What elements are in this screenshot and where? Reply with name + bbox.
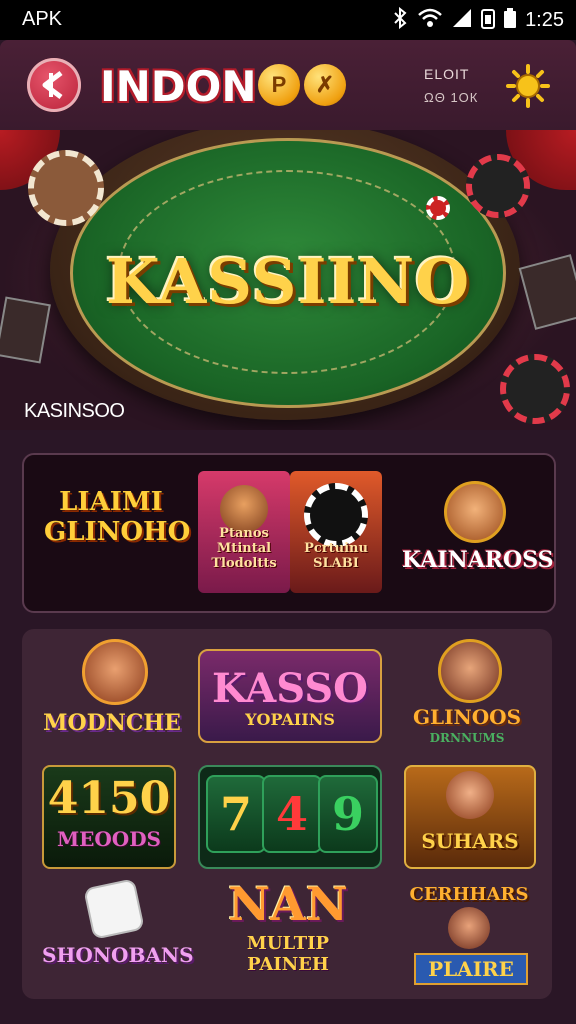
status-bar: APK 1:25 [0, 0, 576, 40]
brand-title: INDON [100, 62, 257, 111]
game-subtitle: YOPAIINS [245, 710, 335, 729]
game-title: 4150 [47, 773, 171, 824]
hero-title: KASSIINO [105, 245, 471, 318]
character-avatar-icon [448, 907, 490, 949]
featured-game-label: Ptanos Mtintal Tlodoltts [211, 526, 277, 571]
game-title: SUHARS [421, 829, 519, 853]
game-tile[interactable]: CERHHARS PLAIRE [404, 879, 534, 989]
featured-games-panel: LIAIMI GLINOHO Ptanos Mtintal Tlodoltts … [22, 453, 556, 613]
back-arrow-icon [42, 71, 63, 99]
bluetooth-icon [391, 6, 409, 34]
game-subtitle: DRNNUMS [429, 731, 505, 745]
chip-icon [304, 483, 368, 547]
featured-game-label: KAINAROSS [402, 547, 554, 573]
game-title: MODNCHE [43, 710, 181, 736]
coin-icon-button[interactable]: P [258, 64, 300, 106]
game-tile[interactable]: GLINOOS DRNNUMS [402, 639, 532, 749]
settings-sun-icon[interactable] [506, 64, 550, 113]
character-avatar-icon [82, 639, 148, 705]
game-subtitle: MEOODS [56, 827, 161, 851]
wifi-icon [417, 7, 443, 34]
featured-game-tile[interactable]: KAINAROSS [402, 481, 554, 573]
game-subtitle: MULTIP PAINEH [246, 933, 330, 975]
status-bar-label: APK [22, 8, 63, 30]
battery-icon [503, 7, 517, 34]
status-bar-clock: 1:25 [525, 8, 564, 31]
featured-game-label: Pcrtuinu SLABI [304, 541, 368, 571]
game-title: CERHHARS [409, 884, 529, 905]
game-tile[interactable]: SUHARS [404, 765, 536, 869]
featured-game-tile[interactable]: LIAIMI GLINOHO [44, 487, 190, 547]
game-tile[interactable]: MODNCHE [42, 639, 182, 749]
chip-icon [500, 354, 570, 424]
slot-reels-tile[interactable]: 7 4 9 [198, 765, 382, 869]
featured-game-tile[interactable]: Ptanos Mtintal Tlodoltts [198, 471, 290, 593]
game-tile[interactable]: KASSO YOPAIINS [198, 649, 382, 743]
game-tile[interactable]: NAN MULTIP PAINEH [208, 877, 368, 987]
hero-caption: KASINSOO [24, 400, 125, 422]
character-avatar-icon [446, 771, 494, 819]
status-bar-icons: 1:25 [391, 6, 564, 34]
game-title: KASSO [212, 665, 368, 712]
dog-mascot-icon [444, 481, 506, 543]
back-button[interactable] [27, 58, 81, 112]
reel-symbol: 4 [262, 775, 322, 853]
game-title: NAN [228, 877, 348, 931]
balance-label: ELOIT [424, 66, 470, 82]
chip-icon [426, 196, 450, 220]
game-subtitle: PLAIRE [414, 953, 528, 985]
reel-symbol: 9 [318, 775, 378, 853]
signal-icon [451, 7, 473, 34]
reel-symbol: 7 [206, 775, 266, 853]
app-header: INDON P ✗ ELOIT ΩΘ 1ΟК [0, 40, 576, 130]
hero-banner[interactable]: KASSIINO KASINSOO [0, 130, 576, 430]
sim-icon [481, 7, 496, 34]
game-tile[interactable]: 4150 MEOODS [42, 765, 176, 869]
chip-icon [466, 154, 530, 218]
dice-icon [83, 878, 145, 940]
balance-value: ΩΘ 1ΟК [424, 90, 479, 105]
game-tile[interactable]: SHONOBANS [42, 878, 194, 989]
character-avatar-icon [438, 639, 502, 703]
game-title: GLINOOS [412, 705, 522, 729]
chip-icon [28, 150, 104, 226]
game-title: SHONOBANS [42, 943, 194, 967]
games-grid: MODNCHE KASSO YOPAIINS GLINOOS DRNNUMS 4… [22, 629, 552, 999]
tools-icon-button[interactable]: ✗ [304, 64, 346, 106]
featured-game-tile[interactable]: Pcrtuinu SLABI [290, 471, 382, 593]
